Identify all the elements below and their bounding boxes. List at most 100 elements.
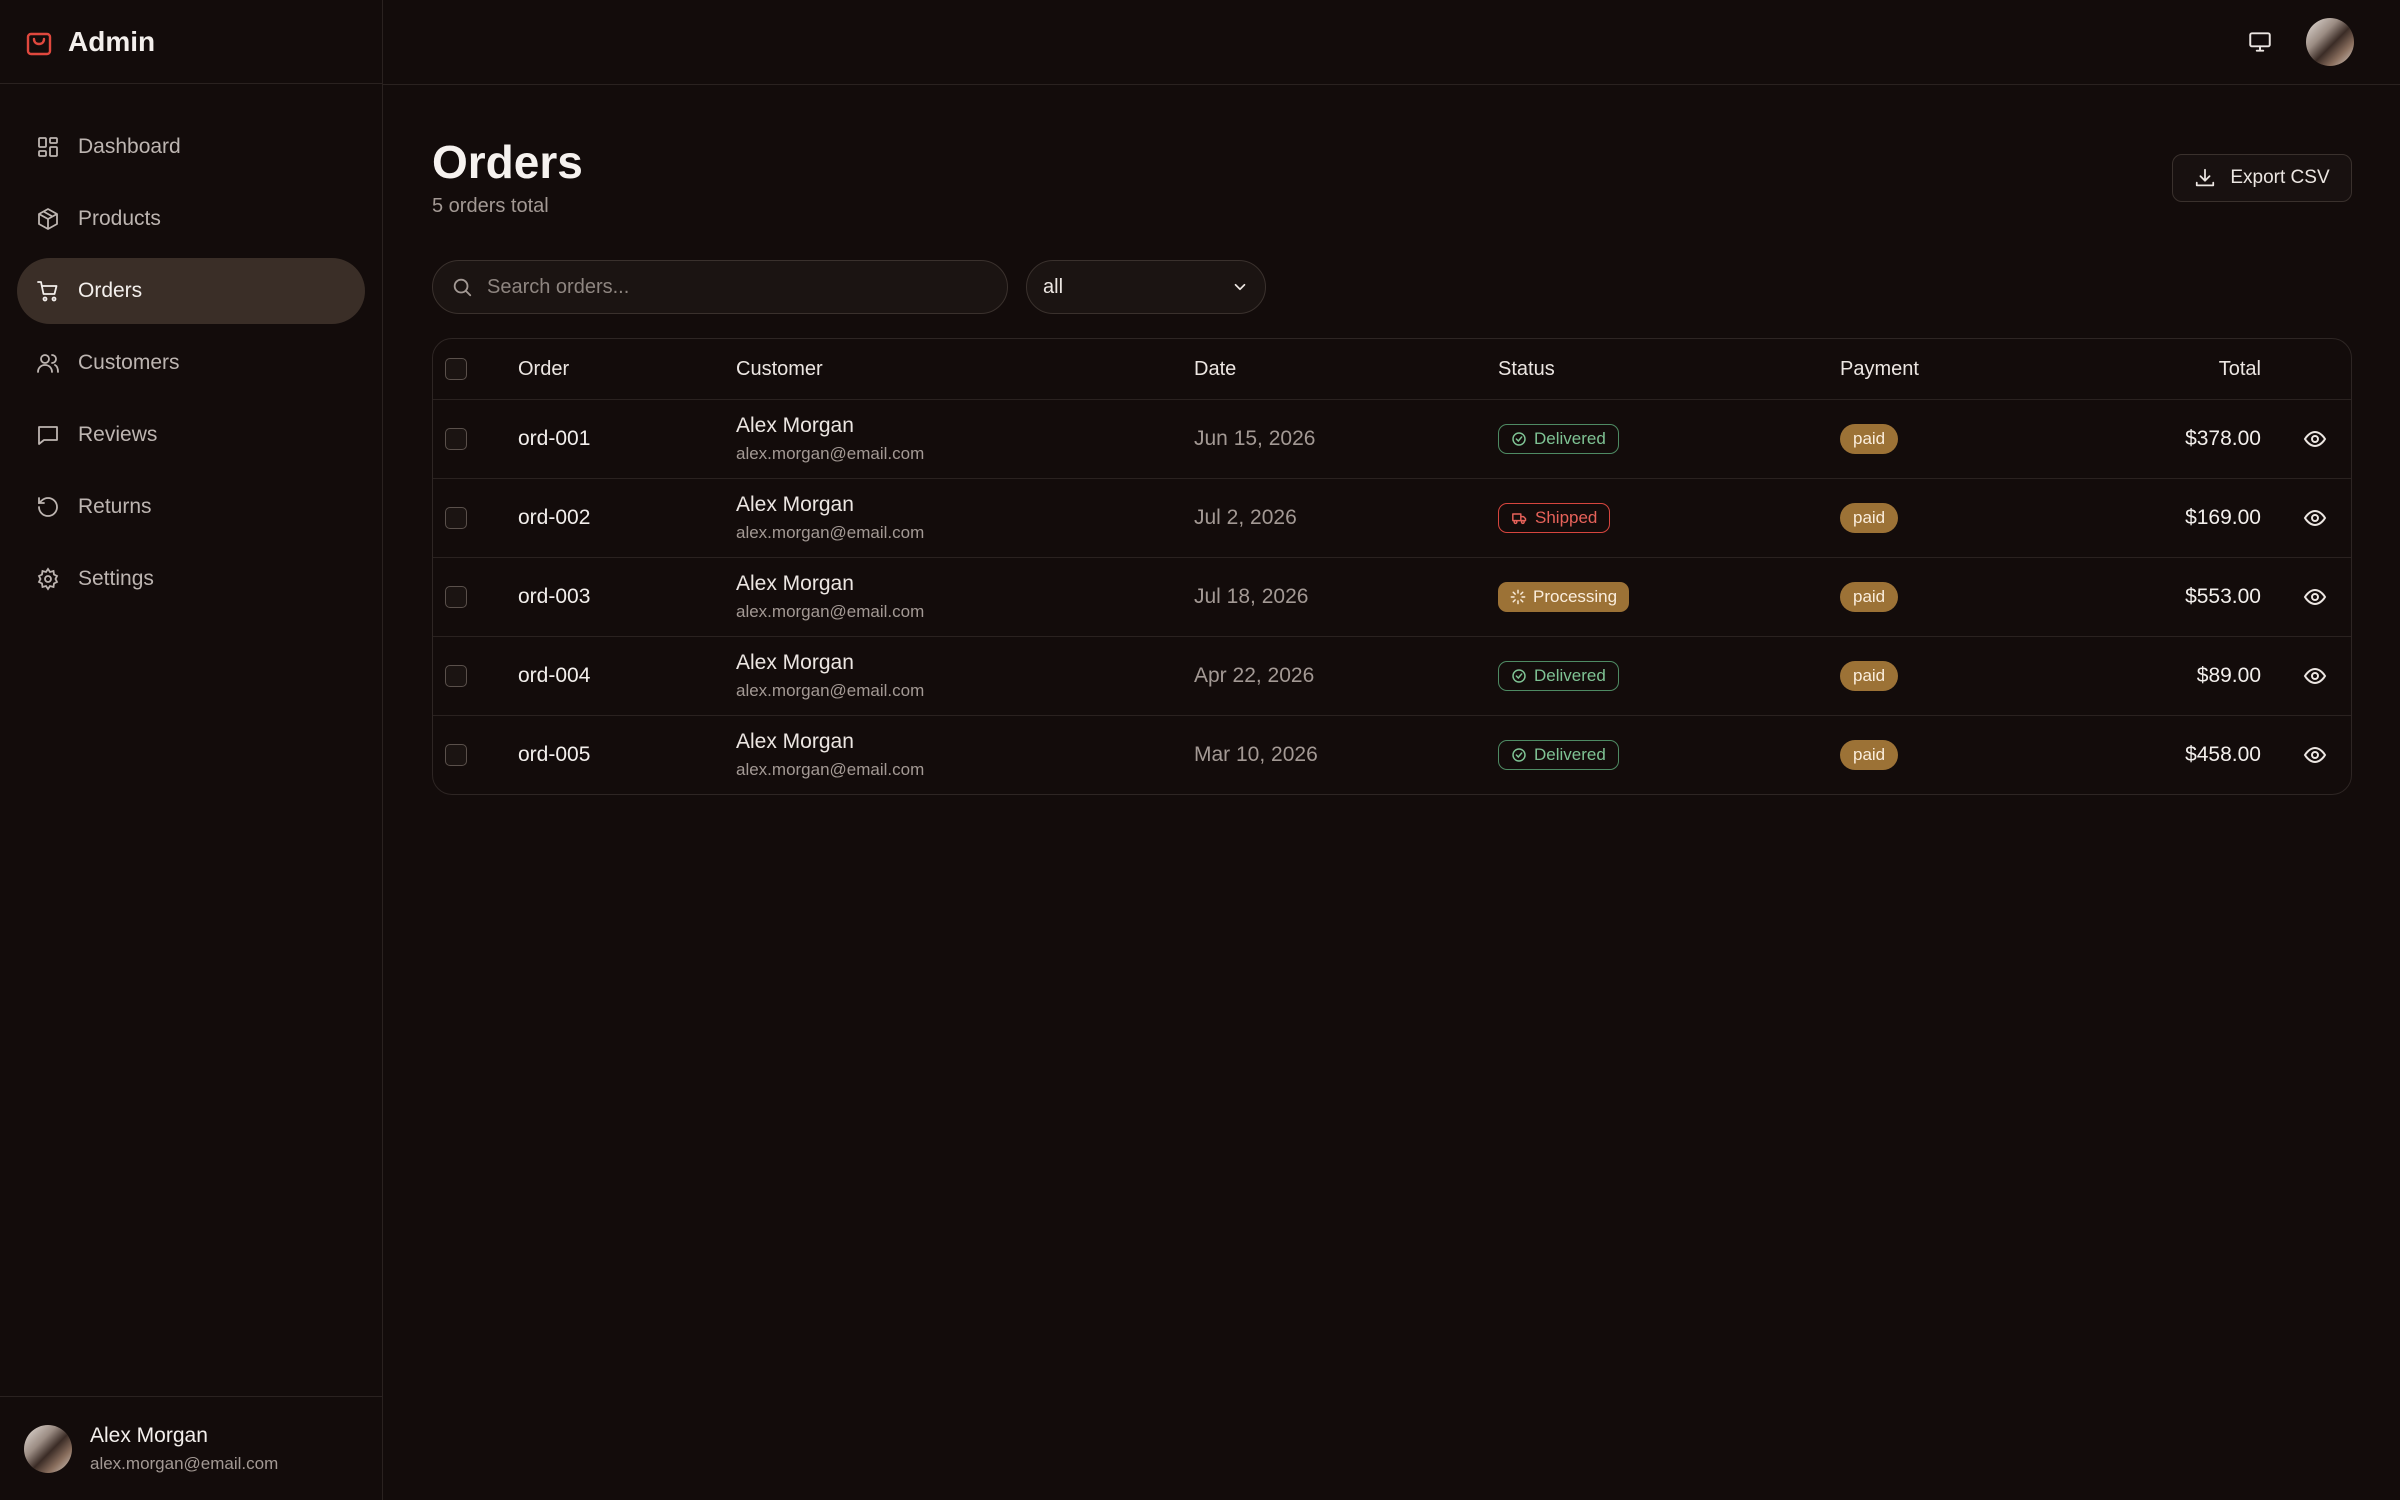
status-label: Delivered: [1534, 666, 1606, 685]
sidebar-nav: Dashboard Products Orders Customers Revi…: [0, 84, 382, 612]
column-header-order[interactable]: Order: [518, 339, 569, 399]
check-circle-icon: [1511, 668, 1527, 684]
status-label: Delivered: [1534, 745, 1606, 764]
column-header-date[interactable]: Date: [1194, 339, 1236, 399]
payment-badge: paid: [1840, 503, 1899, 533]
view-order-button[interactable]: [2303, 558, 2327, 636]
order-total: $553.00: [2185, 585, 2261, 608]
customer-cell: Alex Morgan alex.morgan@email.com: [736, 400, 924, 478]
eye-icon: [2303, 585, 2327, 609]
eye-icon: [2303, 506, 2327, 530]
monitor-icon[interactable]: [2247, 29, 2273, 55]
sidebar-item-orders[interactable]: Orders: [17, 258, 365, 324]
status-label: Shipped: [1535, 508, 1598, 527]
dashboard-icon: [36, 135, 60, 159]
customer-cell: Alex Morgan alex.morgan@email.com: [736, 637, 924, 715]
customer-email: alex.morgan@email.com: [736, 760, 925, 779]
row-checkbox[interactable]: [445, 665, 467, 687]
customer-name: Alex Morgan: [736, 730, 854, 753]
eye-icon: [2303, 664, 2327, 688]
table-row[interactable]: ord-003 Alex Morgan alex.morgan@email.co…: [433, 557, 2351, 636]
payment-badge: paid: [1840, 582, 1899, 612]
order-id: ord-001: [518, 427, 591, 450]
order-total: $169.00: [2185, 506, 2261, 529]
table-row[interactable]: ord-001 Alex Morgan alex.morgan@email.co…: [433, 399, 2351, 478]
order-id: ord-002: [518, 506, 591, 529]
orders-table: Order Customer Date Status Payment Total…: [432, 338, 2352, 795]
sidebar-item-label: Orders: [78, 279, 143, 302]
truck-icon: [1511, 510, 1528, 526]
order-id: ord-005: [518, 743, 591, 766]
view-order-button[interactable]: [2303, 637, 2327, 715]
order-total: $89.00: [2196, 664, 2261, 687]
sidebar-item-returns[interactable]: Returns: [17, 474, 365, 540]
view-order-button[interactable]: [2303, 479, 2327, 557]
row-checkbox[interactable]: [445, 744, 467, 766]
rotate-icon: [36, 495, 60, 519]
status-badge: Delivered: [1498, 661, 1619, 691]
avatar: [24, 1424, 72, 1473]
page-subtitle: 5 orders total: [432, 195, 549, 217]
row-checkbox[interactable]: [445, 586, 467, 608]
sidebar-item-label: Dashboard: [78, 135, 181, 158]
topbar: [383, 0, 2400, 85]
order-id: ord-004: [518, 664, 591, 687]
gear-icon: [36, 567, 60, 591]
export-csv-button[interactable]: Export CSV: [2172, 154, 2352, 202]
sidebar-item-label: Products: [78, 207, 161, 230]
status-label: Delivered: [1534, 429, 1606, 448]
sidebar-item-label: Returns: [78, 495, 152, 518]
order-date: Jul 18, 2026: [1194, 585, 1309, 608]
customer-name: Alex Morgan: [736, 572, 854, 595]
table-header: Order Customer Date Status Payment Total: [433, 339, 2351, 399]
status-filter-value: all: [1043, 275, 1064, 298]
app-title: Admin: [68, 25, 156, 57]
customer-email: alex.morgan@email.com: [736, 602, 925, 621]
sidebar-item-customers[interactable]: Customers: [17, 330, 365, 396]
select-all-checkbox[interactable]: [445, 358, 467, 380]
customer-email: alex.morgan@email.com: [736, 681, 925, 700]
view-order-button[interactable]: [2303, 400, 2327, 478]
user-name: Alex Morgan: [90, 1423, 208, 1447]
order-total: $378.00: [2185, 427, 2261, 450]
sidebar-item-products[interactable]: Products: [17, 186, 365, 252]
sidebar-item-reviews[interactable]: Reviews: [17, 402, 365, 468]
avatar[interactable]: [2306, 18, 2354, 66]
sidebar-item-dashboard[interactable]: Dashboard: [17, 114, 365, 180]
sidebar-item-label: Customers: [78, 351, 180, 374]
view-order-button[interactable]: [2303, 716, 2327, 794]
order-date: Mar 10, 2026: [1194, 743, 1318, 766]
column-header-status[interactable]: Status: [1498, 339, 1555, 399]
status-badge: Shipped: [1498, 503, 1611, 533]
shopping-bag-icon: [26, 28, 52, 56]
sidebar-user[interactable]: Alex Morgan alex.morgan@email.com: [0, 1396, 382, 1500]
table-row[interactable]: ord-005 Alex Morgan alex.morgan@email.co…: [433, 715, 2351, 794]
search-icon: [451, 276, 473, 298]
users-icon: [36, 351, 60, 375]
column-header-total[interactable]: Total: [2219, 339, 2261, 399]
order-date: Jul 2, 2026: [1194, 506, 1297, 529]
customer-name: Alex Morgan: [736, 414, 854, 437]
customer-email: alex.morgan@email.com: [736, 444, 925, 463]
search-input[interactable]: [487, 275, 967, 299]
sidebar: Admin Dashboard Products Orders Customer…: [0, 0, 383, 1500]
column-header-customer[interactable]: Customer: [736, 339, 823, 399]
table-row[interactable]: ord-004 Alex Morgan alex.morgan@email.co…: [433, 636, 2351, 715]
status-badge: Delivered: [1498, 740, 1619, 770]
row-checkbox[interactable]: [445, 428, 467, 450]
brand[interactable]: Admin: [0, 0, 382, 84]
customer-name: Alex Morgan: [736, 493, 854, 516]
cart-icon: [36, 279, 60, 303]
order-date: Jun 15, 2026: [1194, 427, 1316, 450]
page-title: Orders: [432, 136, 583, 188]
check-circle-icon: [1511, 747, 1527, 763]
row-checkbox[interactable]: [445, 507, 467, 529]
sidebar-item-settings[interactable]: Settings: [17, 546, 365, 612]
column-header-payment[interactable]: Payment: [1840, 339, 1919, 399]
order-total: $458.00: [2185, 743, 2261, 766]
table-row[interactable]: ord-002 Alex Morgan alex.morgan@email.co…: [433, 478, 2351, 557]
status-filter-select[interactable]: all: [1026, 260, 1266, 314]
order-id: ord-003: [518, 585, 591, 608]
export-csv-label: Export CSV: [2230, 167, 2330, 188]
download-icon: [2194, 167, 2216, 189]
